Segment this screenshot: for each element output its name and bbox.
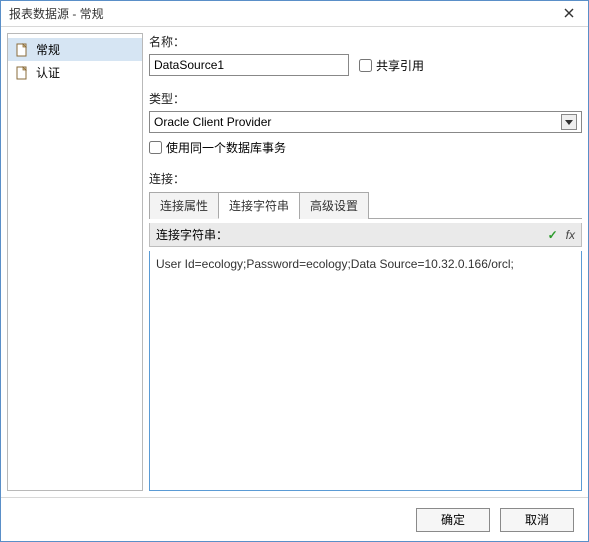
- window-title: 报表数据源 - 常规: [9, 5, 104, 22]
- conn-string-label: 连接字符串：: [156, 226, 228, 243]
- sidebar-item-auth[interactable]: 认证: [8, 61, 142, 84]
- conn-string-textarea[interactable]: [150, 251, 581, 490]
- main-panel: 名称： 共享引用 类型： Oracle Client Provider: [149, 33, 582, 491]
- chevron-down-icon: [565, 115, 573, 129]
- conn-string-tools: ✓ fx: [548, 228, 575, 242]
- same-db-checkbox[interactable]: [149, 141, 162, 154]
- dialog-footer: 确定 取消: [1, 497, 588, 541]
- dialog-window: 报表数据源 - 常规 常规 认证 名称：: [0, 0, 589, 542]
- same-db-checkbox-wrap[interactable]: 使用同一个数据库事务: [149, 139, 582, 156]
- button-label: 确定: [441, 511, 465, 528]
- same-db-checkbox-label: 使用同一个数据库事务: [166, 139, 286, 156]
- cancel-button[interactable]: 取消: [500, 508, 574, 532]
- dialog-body: 常规 认证 名称： 共享引用 类型： Oracle Client: [1, 27, 588, 497]
- sidebar-item-label: 常规: [36, 41, 60, 58]
- name-input[interactable]: [149, 54, 349, 76]
- dropdown-button[interactable]: [561, 114, 577, 130]
- ok-button[interactable]: 确定: [416, 508, 490, 532]
- sidebar-item-label: 认证: [36, 64, 60, 81]
- share-checkbox-label: 共享引用: [376, 57, 424, 74]
- tab-conn-string[interactable]: 连接字符串: [218, 192, 300, 219]
- share-checkbox[interactable]: [359, 59, 372, 72]
- button-label: 取消: [525, 511, 549, 528]
- tab-label: 连接属性: [160, 199, 208, 213]
- close-button[interactable]: [556, 4, 582, 24]
- sidebar-item-general[interactable]: 常规: [8, 38, 142, 61]
- validate-button[interactable]: ✓: [548, 228, 558, 242]
- document-icon: [14, 42, 30, 58]
- tab-label: 连接字符串: [229, 199, 289, 213]
- expression-button[interactable]: fx: [566, 228, 575, 242]
- tab-advanced[interactable]: 高级设置: [299, 192, 369, 219]
- sidebar: 常规 认证: [7, 33, 143, 491]
- type-select[interactable]: Oracle Client Provider: [149, 111, 582, 133]
- title-bar: 报表数据源 - 常规: [1, 1, 588, 27]
- type-select-value: Oracle Client Provider: [154, 115, 271, 129]
- name-row: 共享引用: [149, 54, 582, 76]
- conn-string-header: 连接字符串： ✓ fx: [149, 223, 582, 247]
- check-icon: ✓: [548, 228, 558, 242]
- close-icon: [564, 7, 574, 21]
- name-label: 名称：: [149, 33, 582, 50]
- share-checkbox-wrap[interactable]: 共享引用: [359, 57, 424, 74]
- page-icon: [14, 65, 30, 81]
- type-label: 类型：: [149, 90, 582, 107]
- tab-label: 高级设置: [310, 199, 358, 213]
- connection-label: 连接：: [149, 170, 582, 187]
- tab-conn-properties[interactable]: 连接属性: [149, 192, 219, 219]
- conn-string-wrap: [149, 251, 582, 491]
- tabs: 连接属性 连接字符串 高级设置: [149, 191, 582, 219]
